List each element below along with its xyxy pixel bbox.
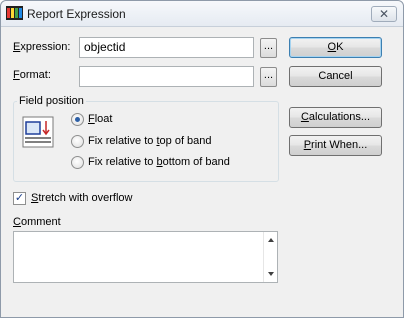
radio-fix-top[interactable] bbox=[71, 135, 84, 148]
window-title: Report Expression bbox=[27, 7, 126, 21]
expression-input[interactable]: objectid bbox=[79, 37, 254, 58]
radio-fix-top-label: Fix relative to top of band bbox=[88, 135, 212, 147]
ok-button[interactable]: OK bbox=[289, 37, 382, 58]
format-browse-button[interactable]: ... bbox=[260, 67, 277, 87]
print-when-button[interactable]: Print When... bbox=[289, 135, 382, 156]
format-label: Format: bbox=[13, 69, 51, 81]
radio-fix-bottom-label: Fix relative to bottom of band bbox=[88, 156, 230, 168]
close-icon: ✕ bbox=[378, 7, 390, 21]
comment-label: Comment bbox=[13, 216, 61, 228]
radio-fix-bottom[interactable] bbox=[71, 156, 84, 169]
expression-label: Expression: bbox=[13, 41, 71, 53]
comment-scrollbar[interactable] bbox=[263, 232, 277, 282]
close-button[interactable]: ✕ bbox=[371, 6, 397, 22]
field-position-icon bbox=[22, 116, 54, 148]
radio-float-label: Float bbox=[88, 113, 113, 125]
format-input[interactable] bbox=[79, 66, 254, 87]
comment-textarea[interactable] bbox=[13, 231, 278, 283]
expression-browse-button[interactable]: ... bbox=[260, 38, 277, 58]
radio-float[interactable] bbox=[71, 113, 84, 126]
scroll-down-arrow-icon[interactable] bbox=[268, 272, 274, 276]
app-icon bbox=[6, 6, 23, 20]
calculations-button[interactable]: Calculations... bbox=[289, 107, 382, 128]
title-bar: Report Expression ✕ bbox=[1, 1, 403, 27]
field-position-title: Field position bbox=[17, 95, 86, 107]
stretch-label: Stretch with overflow bbox=[31, 192, 133, 204]
stretch-checkbox[interactable]: ✓ bbox=[13, 192, 26, 205]
report-expression-dialog: Report Expression ✕ Expression: objectid… bbox=[0, 0, 404, 318]
scroll-up-arrow-icon[interactable] bbox=[268, 238, 274, 242]
cancel-button[interactable]: Cancel bbox=[289, 66, 382, 87]
